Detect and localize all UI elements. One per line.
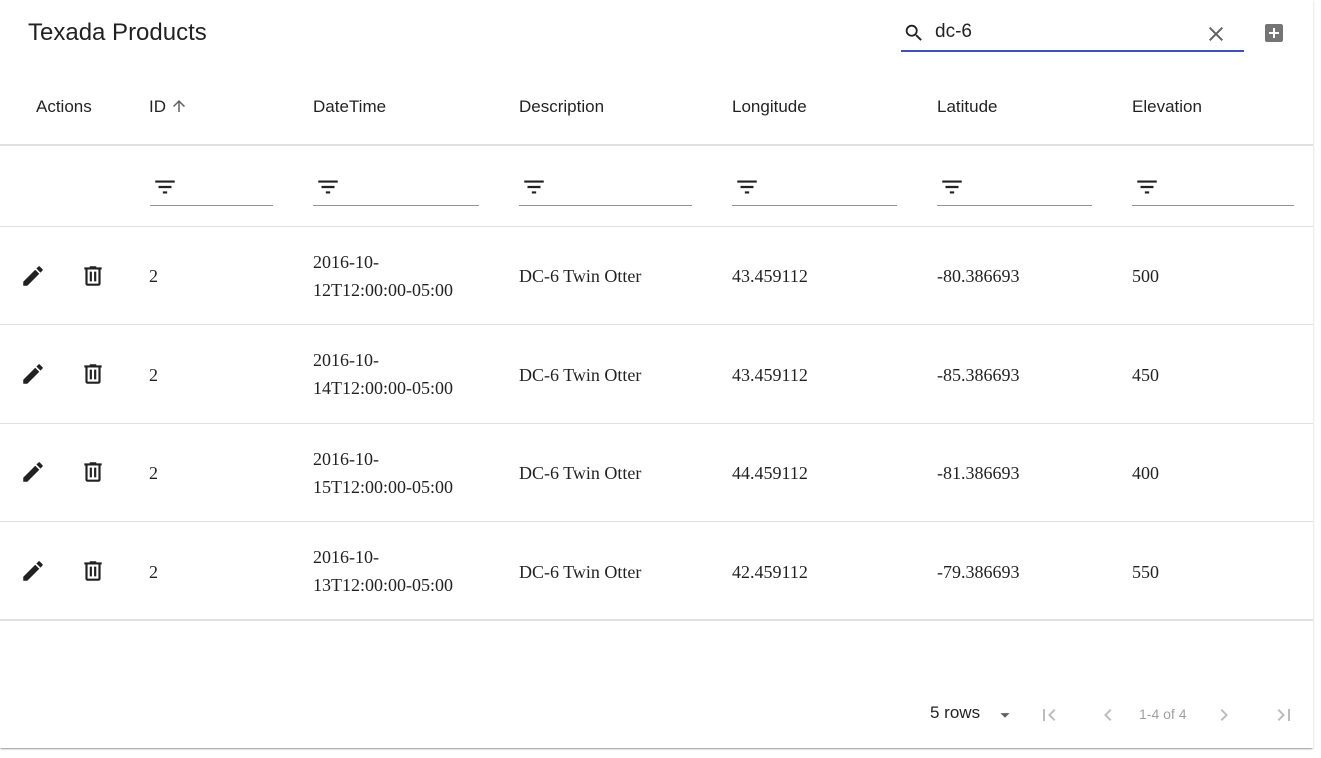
column-header-description[interactable]: Description — [519, 97, 604, 117]
page-range-text: 1-4 of 4 — [1139, 706, 1187, 722]
column-header-actions: Actions — [36, 97, 92, 116]
delete-icon[interactable] — [80, 558, 106, 584]
cell-description: DC-6 Twin Otter — [519, 562, 642, 582]
filter-longitude[interactable] — [732, 168, 897, 206]
cell-description: DC-6 Twin Otter — [519, 365, 642, 385]
cell-datetime: 2016-10- 14T12:00:00-05:00 — [313, 350, 453, 398]
delete-icon[interactable] — [80, 459, 106, 485]
chevron-right-icon[interactable] — [1212, 703, 1236, 727]
column-header-longitude[interactable]: Longitude — [732, 97, 807, 117]
filter-datetime[interactable] — [313, 168, 479, 206]
column-header-datetime[interactable]: DateTime — [313, 97, 386, 117]
filter-list-icon — [155, 180, 175, 194]
table-bottom-divider — [0, 619, 1313, 621]
filter-list-icon — [1137, 180, 1157, 194]
cell-id: 2 — [149, 463, 158, 483]
cell-id: 2 — [149, 365, 158, 385]
cell-latitude: -80.386693 — [937, 266, 1020, 286]
filter-latitude[interactable] — [937, 168, 1092, 206]
table-card: Texada Products Actions ID DateTime Desc… — [0, 0, 1313, 748]
filter-description[interactable] — [519, 168, 692, 206]
cell-elevation: 500 — [1132, 266, 1159, 286]
search-field[interactable] — [901, 14, 1244, 52]
cell-datetime: 2016-10- 13T12:00:00-05:00 — [313, 547, 453, 595]
cell-latitude: -85.386693 — [937, 365, 1020, 385]
cell-latitude: -81.386693 — [937, 463, 1020, 483]
chevron-left-icon[interactable] — [1096, 703, 1120, 727]
edit-icon[interactable] — [20, 263, 46, 289]
add-box-icon[interactable] — [1262, 21, 1286, 45]
filter-list-icon — [942, 180, 962, 194]
filter-list-icon — [318, 180, 338, 194]
cell-longitude: 43.459112 — [732, 365, 808, 385]
first-page-icon[interactable] — [1037, 703, 1061, 727]
filter-list-icon — [524, 180, 544, 194]
column-header-latitude[interactable]: Latitude — [937, 97, 998, 117]
column-header-elevation[interactable]: Elevation — [1132, 97, 1202, 117]
filter-id[interactable] — [150, 168, 273, 206]
table-title: Texada Products — [28, 19, 207, 46]
header-divider — [0, 144, 1313, 146]
cell-longitude: 43.459112 — [732, 266, 808, 286]
cell-description: DC-6 Twin Otter — [519, 266, 642, 286]
rows-per-page-select[interactable]: 5 rows — [930, 703, 980, 723]
cell-description: DC-6 Twin Otter — [519, 463, 642, 483]
cell-elevation: 450 — [1132, 365, 1159, 385]
row-divider — [0, 324, 1313, 325]
arrow-upward-icon[interactable] — [170, 97, 188, 115]
close-icon[interactable] — [1204, 22, 1228, 46]
cell-elevation: 400 — [1132, 463, 1159, 483]
cell-id: 2 — [149, 562, 158, 582]
cell-elevation: 550 — [1132, 562, 1159, 582]
cell-longitude: 42.459112 — [732, 562, 808, 582]
delete-icon[interactable] — [80, 263, 106, 289]
delete-icon[interactable] — [80, 361, 106, 387]
column-header-id[interactable]: ID — [149, 97, 188, 117]
edit-icon[interactable] — [20, 459, 46, 485]
cell-latitude: -79.386693 — [937, 562, 1020, 582]
row-divider — [0, 423, 1313, 424]
filter-elevation[interactable] — [1132, 168, 1294, 206]
cell-datetime: 2016-10- 12T12:00:00-05:00 — [313, 252, 453, 300]
last-page-icon[interactable] — [1272, 703, 1296, 727]
cell-longitude: 44.459112 — [732, 463, 808, 483]
search-input[interactable] — [935, 20, 1195, 44]
edit-icon[interactable] — [20, 558, 46, 584]
search-icon — [905, 24, 922, 41]
arrow-drop-down-icon[interactable] — [994, 704, 1016, 726]
filter-list-icon — [737, 180, 757, 194]
cell-datetime: 2016-10- 15T12:00:00-05:00 — [313, 449, 453, 497]
cell-id: 2 — [149, 266, 158, 286]
edit-icon[interactable] — [20, 361, 46, 387]
row-divider — [0, 521, 1313, 522]
row-divider — [0, 226, 1313, 227]
